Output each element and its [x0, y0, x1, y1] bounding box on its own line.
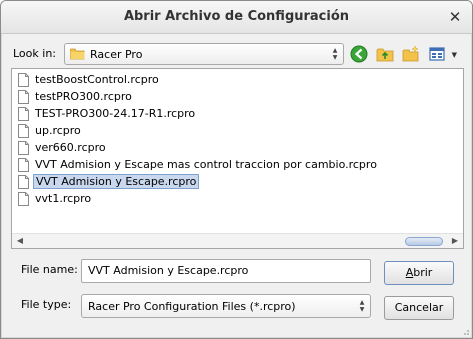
- scroll-right-icon[interactable]: ▶: [450, 236, 460, 245]
- scrollbar-thumb[interactable]: [405, 237, 443, 246]
- document-icon: [18, 192, 29, 206]
- document-icon: [18, 73, 29, 87]
- scroll-left-icon[interactable]: ◀: [15, 236, 25, 245]
- file-type-value: Racer Pro Configuration Files (*.rcpro): [88, 300, 296, 313]
- file-name-field[interactable]: [81, 259, 371, 283]
- file-name-text: ver660.rcpro: [35, 141, 106, 154]
- view-menu-icon: [429, 47, 445, 61]
- view-menu-button[interactable]: ▼: [425, 42, 459, 66]
- document-icon: [18, 141, 29, 155]
- title-bar[interactable]: Abrir Archivo de Configuración ✕: [1, 1, 472, 34]
- document-icon: [18, 175, 29, 189]
- file-type-dropdown[interactable]: Racer Pro Configuration Files (*.rcpro) …: [81, 294, 371, 318]
- file-name-text: VVT Admision y Escape mas control tracci…: [35, 158, 377, 171]
- close-icon[interactable]: ✕: [448, 10, 462, 25]
- document-icon: [18, 158, 29, 172]
- open-label: brir: [413, 266, 433, 279]
- document-icon: [18, 107, 29, 121]
- look-in-value: Racer Pro: [90, 48, 143, 61]
- file-name-text: VVT Admision y Escape.rcpro: [33, 174, 200, 189]
- file-name-input[interactable]: [88, 264, 358, 277]
- look-in-row: Look in: Racer Pro ▲ ▼ ▼: [11, 42, 466, 66]
- new-folder-button[interactable]: [399, 42, 423, 66]
- up-folder-button[interactable]: [373, 42, 397, 66]
- resize-grip-icon[interactable]: [460, 326, 470, 336]
- folder-icon: [70, 48, 85, 60]
- look-in-dropdown[interactable]: Racer Pro ▲ ▼: [64, 43, 344, 65]
- cancel-button[interactable]: Cancelar: [384, 296, 454, 320]
- up-folder-icon: [376, 48, 394, 62]
- file-name-text: up.rcpro: [35, 124, 81, 137]
- back-button[interactable]: [347, 42, 371, 66]
- back-icon: [350, 45, 368, 63]
- horizontal-scrollbar[interactable]: ◀ ▶: [12, 233, 463, 248]
- file-name-label: File name:: [21, 263, 78, 276]
- open-config-dialog: Abrir Archivo de Configuración ✕ Look in…: [0, 0, 473, 339]
- dialog-title: Abrir Archivo de Configuración: [123, 9, 350, 24]
- file-name-text: TEST-PRO300-24.17-R1.rcpro: [35, 107, 196, 120]
- spin-arrows-icon: ▲ ▼: [359, 299, 365, 313]
- file-name-text: testBoostControl.rcpro: [35, 73, 159, 86]
- file-list[interactable]: testBoostControl.rcpro testPRO300.rcpro …: [11, 68, 464, 249]
- spin-arrows-icon: ▲ ▼: [332, 47, 338, 61]
- look-in-label: Look in:: [13, 47, 56, 60]
- open-button[interactable]: Abrir: [384, 261, 454, 285]
- file-name-text: testPRO300.rcpro: [35, 90, 132, 103]
- new-folder-icon: [402, 45, 419, 62]
- document-icon: [18, 90, 29, 104]
- file-name-text: vvt1.rcpro: [35, 192, 92, 205]
- chevron-down-icon: ▼: [451, 51, 457, 59]
- file-type-label: File type:: [21, 298, 72, 311]
- document-icon: [18, 124, 29, 138]
